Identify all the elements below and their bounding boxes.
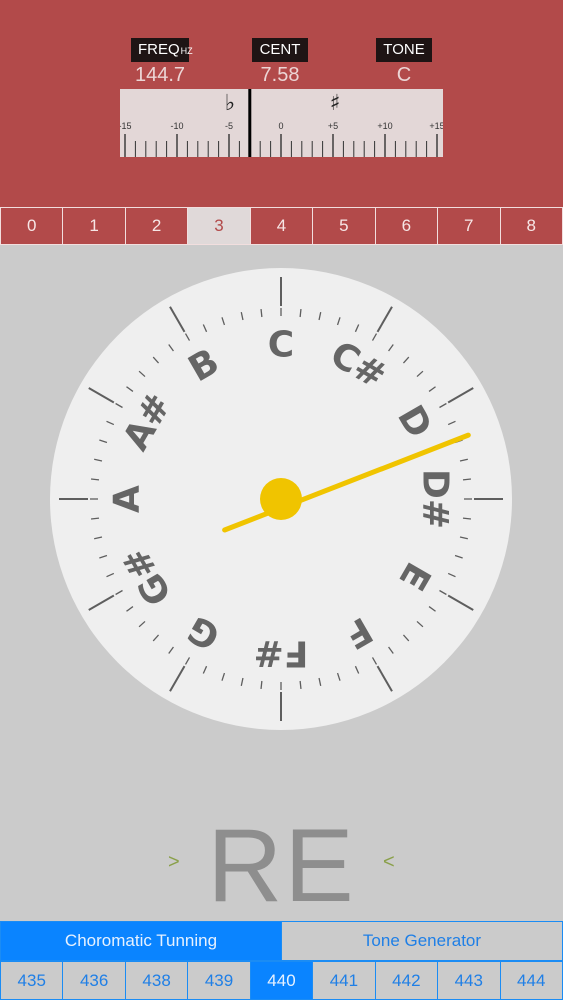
dial-minor-tick: [90, 478, 100, 481]
dial-note-c: C: [268, 325, 294, 366]
cent-value: 7.58: [260, 64, 300, 86]
pitch-button-443[interactable]: 443: [438, 962, 501, 999]
octave-button-8[interactable]: 8: [500, 208, 562, 244]
octave-button-3[interactable]: 3: [188, 208, 251, 244]
flat-icon: ♭: [225, 91, 235, 116]
dial-minor-tick: [299, 680, 302, 690]
dial-note-a: A: [107, 485, 148, 513]
cent-tick-label: -10: [170, 121, 183, 131]
octave-button-0[interactable]: 0: [1, 208, 64, 244]
tab-tone-generator[interactable]: Tone Generator: [281, 922, 562, 960]
freq-value: 144.7: [134, 64, 186, 86]
tab-chromatic-tuning[interactable]: Choromatic Tunning: [1, 922, 281, 960]
octave-button-4[interactable]: 4: [250, 208, 314, 244]
note-dial: C C# D D# E F F# G G# A A# B: [50, 268, 512, 730]
octave-button-7[interactable]: 7: [438, 208, 501, 244]
pitch-button-444[interactable]: 444: [500, 962, 562, 999]
cent-label: CENT: [252, 38, 308, 62]
pitch-button-436[interactable]: 436: [63, 962, 126, 999]
octave-selector: 0 1 2 3 4 5 6 7 8: [0, 207, 563, 245]
cent-tick-label: -15: [120, 121, 132, 131]
pitch-button-441[interactable]: 441: [313, 962, 376, 999]
pitch-button-439[interactable]: 439: [188, 962, 251, 999]
freq-label: FREQHZ: [131, 38, 193, 62]
cent-tick-label: -5: [225, 121, 233, 131]
dial-minor-tick: [90, 517, 100, 520]
sharp-icon: ♯: [330, 91, 341, 116]
octave-button-5[interactable]: 5: [313, 208, 376, 244]
pitch-button-440[interactable]: 440: [250, 962, 314, 999]
cent-tick-label: +5: [328, 121, 338, 131]
right-arrow-indicator: <: [383, 851, 395, 873]
octave-button-6[interactable]: 6: [375, 208, 439, 244]
note-solfege-display: RE: [207, 808, 356, 924]
octave-button-2[interactable]: 2: [125, 208, 189, 244]
pitch-button-438[interactable]: 438: [125, 962, 189, 999]
cent-meter: ♭ ♯ -15 -10 -5 0 +5 +10 +15: [120, 89, 443, 157]
reference-pitch-selector: 435 436 438 439 440 441 442 443 444: [0, 961, 563, 1000]
dial-minor-tick: [260, 680, 263, 690]
tone-value: C: [396, 64, 412, 86]
dial-minor-tick: [260, 308, 263, 318]
cent-tick-label: +10: [377, 121, 392, 131]
dial-minor-tick: [462, 517, 472, 520]
dial-minor-tick: [299, 308, 302, 318]
pitch-button-442[interactable]: 442: [375, 962, 439, 999]
dial-hub: [260, 478, 302, 520]
tone-label: TONE: [376, 38, 432, 62]
pitch-button-435[interactable]: 435: [1, 962, 64, 999]
cent-tick-label: +15: [429, 121, 443, 131]
dial-note-f-sharp: F#: [254, 633, 309, 674]
dial-minor-tick: [462, 478, 472, 481]
cent-tick-label: 0: [278, 121, 283, 131]
mode-selector: Choromatic Tunning Tone Generator: [0, 921, 563, 961]
octave-button-1[interactable]: 1: [63, 208, 126, 244]
dial-note-d-sharp: D#: [415, 469, 456, 529]
